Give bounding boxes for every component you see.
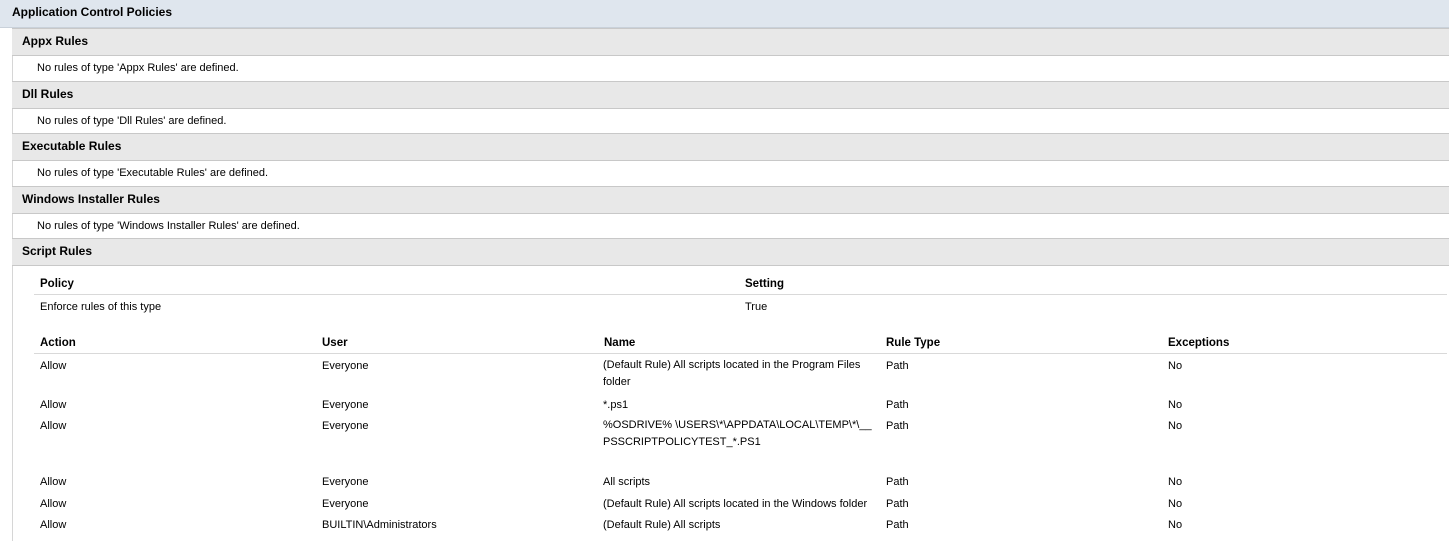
policy-header-divider [34, 294, 1447, 295]
rule-type-cell: Path [886, 399, 909, 411]
rule-user-cell: Everyone [322, 420, 369, 432]
section-header-dll-rules[interactable]: Dll Rules [12, 81, 1449, 109]
section-title: Executable Rules [22, 139, 122, 153]
report-title: Application Control Policies [12, 5, 173, 19]
rule-user-cell: BUILTIN\Administrators [322, 519, 437, 531]
section-title: Script Rules [22, 244, 93, 258]
policy-column-header: Policy [40, 278, 74, 290]
empty-message: No rules of type 'Dll Rules' are defined… [37, 115, 227, 127]
rule-name-cell: All scripts [603, 476, 651, 488]
section-title: Dll Rules [22, 87, 74, 101]
rule-exceptions-cell: No [1168, 498, 1183, 510]
rule-name-cell: *.ps1 [603, 399, 629, 411]
rule-type-cell: Path [886, 420, 909, 432]
empty-message: No rules of type 'Windows Installer Rule… [37, 220, 300, 232]
action-column-header: Action [40, 337, 76, 349]
rule-exceptions-cell: No [1168, 420, 1183, 432]
rule-name-cell: (Default Rule) All scripts located in th… [603, 498, 868, 510]
rules-header-divider [34, 353, 1447, 354]
rule-exceptions-cell: No [1168, 476, 1183, 488]
rule-type-cell: Path [886, 498, 909, 510]
setting-column-header: Setting [745, 278, 784, 290]
rule-type-cell: Path [886, 519, 909, 531]
rule-name-cell: (Default Rule) All scripts [603, 519, 721, 531]
rule-action-cell: Allow [40, 420, 67, 432]
rule-action-cell: Allow [40, 399, 67, 411]
rule-type-column-header: Rule Type [886, 337, 941, 349]
empty-message: No rules of type 'Appx Rules' are define… [37, 62, 239, 74]
section-header-executable-rules[interactable]: Executable Rules [12, 133, 1449, 161]
exceptions-column-header: Exceptions [1168, 337, 1230, 349]
report-title-bar[interactable]: Application Control Policies [0, 0, 1449, 28]
section-windows-installer-rules: Windows Installer Rules No rules of type… [12, 186, 1449, 236]
section-executable-rules: Executable Rules No rules of type 'Execu… [12, 133, 1449, 183]
rule-type-cell: Path [886, 360, 909, 372]
section-title: Windows Installer Rules [22, 192, 160, 206]
rule-user-cell: Everyone [322, 498, 369, 510]
section-header-windows-installer-rules[interactable]: Windows Installer Rules [12, 186, 1449, 214]
policy-setting-cell: True [745, 301, 768, 313]
rule-name-cell: (Default Rule) All scripts located in th… [603, 359, 861, 388]
rule-exceptions-cell: No [1168, 399, 1183, 411]
section-script-rules: Script Rules [12, 238, 1449, 266]
rule-action-cell: Allow [40, 519, 67, 531]
policy-name-cell: Enforce rules of this type [40, 301, 162, 313]
rule-name-cell: %OSDRIVE% \USERS\*\APPDATA\LOCAL\TEMP\*\… [603, 419, 872, 448]
policy-report: Application Control Policies Appx Rules … [0, 0, 1449, 541]
rule-exceptions-cell: No [1168, 519, 1183, 531]
section-header-appx-rules[interactable]: Appx Rules [12, 28, 1449, 56]
empty-message: No rules of type 'Executable Rules' are … [37, 167, 269, 179]
rule-action-cell: Allow [40, 360, 67, 372]
rule-action-cell: Allow [40, 498, 67, 510]
rule-action-cell: Allow [40, 476, 67, 488]
section-header-script-rules[interactable]: Script Rules [12, 238, 1449, 266]
rule-type-cell: Path [886, 476, 909, 488]
section-title: Appx Rules [22, 34, 89, 48]
user-column-header: User [322, 337, 348, 349]
rule-user-cell: Everyone [322, 476, 369, 488]
section-dll-rules: Dll Rules No rules of type 'Dll Rules' a… [12, 81, 1449, 131]
rule-exceptions-cell: No [1168, 360, 1183, 372]
section-appx-rules: Appx Rules No rules of type 'Appx Rules'… [12, 28, 1449, 78]
rule-user-cell: Everyone [322, 399, 369, 411]
name-column-header: Name [604, 337, 636, 349]
rule-user-cell: Everyone [322, 360, 369, 372]
